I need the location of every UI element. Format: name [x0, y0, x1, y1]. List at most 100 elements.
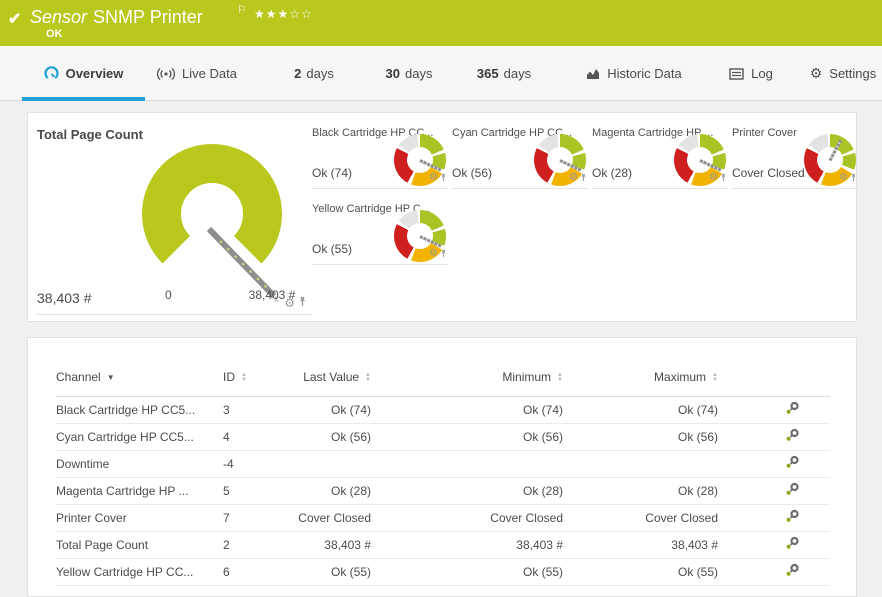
- channel-name: Magenta Cartridge HP ...: [56, 477, 223, 504]
- channel-id: 4: [223, 423, 283, 450]
- tab-label: days: [306, 66, 333, 81]
- channels-table: Channel▼ ID▲▼ Last Value▲▼ Minimum▲▼ Max…: [56, 358, 830, 586]
- tab-label: Live Data: [182, 66, 237, 81]
- table-row-printer-cover: Printer Cover 7 Cover Closed Cover Close…: [56, 504, 830, 531]
- gear-icon[interactable]: ⚙: [569, 172, 578, 184]
- gear-icon: ⚙: [810, 65, 823, 82]
- channel-minimum: Ok (74): [371, 396, 563, 423]
- channel-name: Black Cartridge HP CC5...: [56, 396, 223, 423]
- channel-maximum: Ok (56): [563, 423, 718, 450]
- mini-card-printer-cover: Printer Cover Cover Closed ⚙: [732, 123, 858, 189]
- tab-live-data[interactable]: Live Data: [147, 46, 247, 101]
- table-row-yellow-cartridge: Yellow Cartridge HP CC... 6 Ok (55) Ok (…: [56, 558, 830, 585]
- channel-minimum: Ok (56): [371, 423, 563, 450]
- tab-30-days[interactable]: 30 days: [373, 46, 445, 101]
- sort-desc-icon: ▼: [107, 373, 115, 382]
- channel-name: Cyan Cartridge HP CC5...: [56, 423, 223, 450]
- tab-label: days: [504, 66, 531, 81]
- tab-label: Log: [751, 66, 773, 81]
- column-header-minimum[interactable]: Minimum▲▼: [371, 358, 563, 396]
- mini-card-magenta-cartridge: Magenta Cartridge HP ... Ok (28) ⚙: [592, 123, 728, 189]
- channel-id: -4: [223, 450, 283, 477]
- edit-channel-icon[interactable]: [785, 512, 800, 526]
- column-header-actions: [718, 358, 830, 396]
- table-row-magenta-cartridge: Magenta Cartridge HP ... 5 Ok (28) Ok (2…: [56, 477, 830, 504]
- edit-channel-icon[interactable]: [785, 458, 800, 472]
- edit-channel-icon[interactable]: [785, 539, 800, 553]
- channel-maximum: Ok (28): [563, 477, 718, 504]
- mini-value: Cover Closed: [732, 166, 805, 180]
- channel-last-value: 38,403 #: [283, 531, 371, 558]
- pin-icon[interactable]: [440, 245, 447, 263]
- table-row-downtime: Downtime -4: [56, 450, 830, 477]
- channels-table-panel: Channel▼ ID▲▼ Last Value▲▼ Minimum▲▼ Max…: [27, 337, 857, 597]
- channel-maximum: Ok (74): [563, 396, 718, 423]
- gear-icon[interactable]: ⚙: [429, 248, 438, 260]
- tab-log[interactable]: Log: [720, 46, 782, 101]
- tab-label: Overview: [66, 66, 124, 81]
- channel-minimum: Ok (55): [371, 558, 563, 585]
- sensor-title: Sensor SNMP Printer: [30, 7, 203, 28]
- channel-name: Printer Cover: [56, 504, 223, 531]
- gear-icon[interactable]: ⚙: [429, 172, 438, 184]
- priority-stars[interactable]: ★★★☆☆: [254, 7, 313, 21]
- table-row-cyan-cartridge: Cyan Cartridge HP CC5... 4 Ok (56) Ok (5…: [56, 423, 830, 450]
- sort-icon: ▲▼: [557, 373, 563, 383]
- edit-channel-icon[interactable]: [785, 566, 800, 580]
- column-header-channel[interactable]: Channel▼: [56, 358, 223, 396]
- broadcast-icon: [157, 67, 175, 81]
- mini-card-black-cartridge: Black Cartridge HP CC... Ok (74) ⚙: [312, 123, 448, 189]
- gear-icon[interactable]: ⚙: [709, 172, 718, 184]
- column-header-maximum[interactable]: Maximum▲▼: [563, 358, 718, 396]
- gauge-min-label: 0: [165, 288, 172, 302]
- sensor-type-label: Sensor: [30, 7, 87, 27]
- overview-gauges-panel: Total Page Count x 0 38,403 # 38,403 # ⚙…: [27, 112, 857, 322]
- channel-maximum: [563, 450, 718, 477]
- tab-number: 30: [386, 66, 400, 81]
- tab-overview[interactable]: Overview: [22, 46, 145, 101]
- total-page-count-card: Total Page Count x 0 38,403 # 38,403 # ⚙: [37, 121, 313, 315]
- tab-historic-data[interactable]: Historic Data: [576, 46, 692, 101]
- mini-card-cyan-cartridge: Cyan Cartridge HP CC... Ok (56) ⚙: [452, 123, 588, 189]
- pin-icon[interactable]: [298, 294, 307, 312]
- edit-channel-icon[interactable]: [785, 431, 800, 445]
- channel-name: Yellow Cartridge HP CC...: [56, 558, 223, 585]
- gear-icon[interactable]: ⚙: [839, 172, 848, 184]
- stars-empty: ☆☆: [289, 7, 313, 21]
- channel-minimum: Cover Closed: [371, 504, 563, 531]
- tab-label: days: [405, 66, 432, 81]
- edit-channel-icon[interactable]: [785, 485, 800, 499]
- gear-icon[interactable]: ⚙: [284, 297, 295, 309]
- tab-365-days[interactable]: 365 days: [463, 46, 545, 101]
- tab-bar: Overview Live Data 2 days 30 days 365 da…: [0, 46, 882, 101]
- tab-number: 2: [294, 66, 301, 81]
- channel-id: 6: [223, 558, 283, 585]
- mini-value: Ok (74): [312, 166, 352, 180]
- edit-channel-icon[interactable]: [785, 404, 800, 418]
- channel-last-value: Ok (74): [283, 396, 371, 423]
- pin-icon[interactable]: [720, 169, 727, 187]
- channel-name: Downtime: [56, 450, 223, 477]
- channel-id: 5: [223, 477, 283, 504]
- sort-icon: ▲▼: [712, 373, 718, 383]
- mini-value: Ok (28): [592, 166, 632, 180]
- tab-settings[interactable]: ⚙ Settings: [804, 46, 882, 101]
- channel-id: 7: [223, 504, 283, 531]
- mini-value: Ok (56): [452, 166, 492, 180]
- sensor-name: SNMP Printer: [93, 7, 203, 27]
- pin-icon[interactable]: [850, 169, 857, 187]
- log-list-icon: [729, 68, 744, 80]
- mini-card-yellow-cartridge: Yellow Cartridge HP C... Ok (55) ⚙: [312, 199, 448, 265]
- pin-icon[interactable]: [440, 169, 447, 187]
- sort-icon: ▲▼: [241, 373, 247, 383]
- channel-last-value: [283, 450, 371, 477]
- pin-icon[interactable]: [580, 169, 587, 187]
- channel-minimum: Ok (28): [371, 477, 563, 504]
- column-header-last-value[interactable]: Last Value▲▼: [283, 358, 371, 396]
- sort-icon: ▲▼: [365, 373, 371, 383]
- tab-2-days[interactable]: 2 days: [283, 46, 345, 101]
- column-header-id[interactable]: ID▲▼: [223, 358, 283, 396]
- mini-value: Ok (55): [312, 242, 352, 256]
- flag-icon[interactable]: ⚐: [237, 3, 247, 16]
- channel-minimum: 38,403 #: [371, 531, 563, 558]
